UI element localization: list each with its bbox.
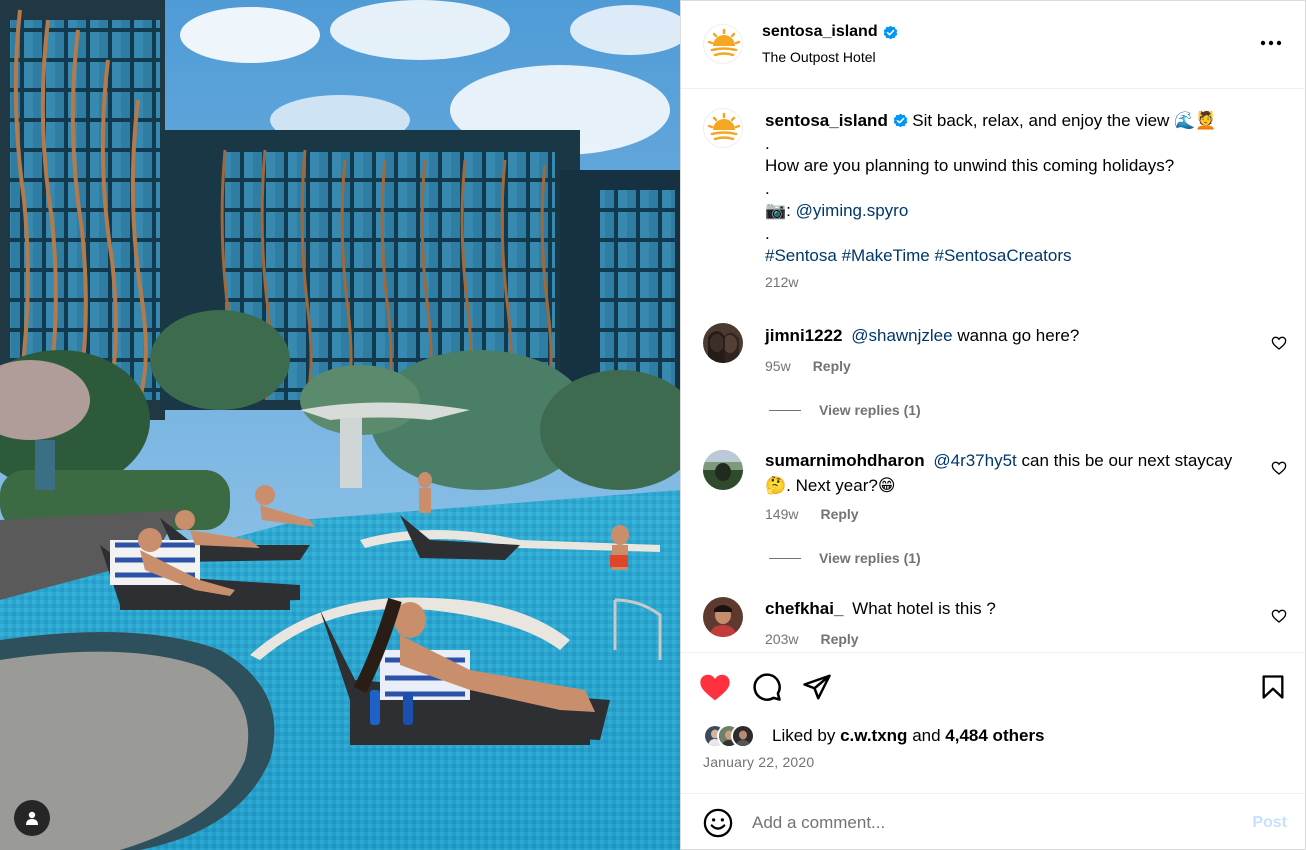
liker-username[interactable]: c.w.txng bbox=[840, 726, 907, 745]
avatar-photo bbox=[733, 726, 753, 746]
avatar-photo bbox=[703, 323, 743, 363]
comment-body: can this be our next staycay bbox=[1021, 451, 1233, 470]
reply-button[interactable]: Reply bbox=[820, 631, 858, 647]
commenter-avatar[interactable] bbox=[703, 450, 743, 490]
caption-text: sentosa_island Sit back, relax, and enjo… bbox=[765, 110, 1285, 268]
photo-credit-link[interactable]: @yiming.spyro bbox=[796, 201, 909, 220]
comment-mention[interactable]: @shawnjzlee bbox=[851, 326, 952, 345]
comment-input[interactable] bbox=[752, 808, 1222, 838]
sentosa-logo-icon bbox=[704, 109, 742, 147]
verified-badge-icon bbox=[883, 25, 897, 39]
caption-username[interactable]: sentosa_island bbox=[765, 111, 888, 130]
pool-hotel-photo bbox=[0, 0, 680, 850]
comment-button[interactable] bbox=[751, 671, 783, 703]
view-replies-button[interactable]: View replies (1) bbox=[769, 550, 921, 566]
commenter-avatar[interactable] bbox=[703, 323, 743, 363]
avatar-photo bbox=[703, 597, 743, 637]
more-options-button[interactable] bbox=[1259, 31, 1283, 55]
share-button[interactable] bbox=[801, 671, 833, 703]
post-photo[interactable] bbox=[0, 0, 680, 850]
post-header: sentosa_island The Outpost Hotel bbox=[681, 1, 1305, 89]
comment-body: wanna go here? bbox=[957, 326, 1080, 345]
post-actions: Liked by c.w.txng and 4,484 others Janua… bbox=[681, 652, 1305, 850]
header-username-text[interactable]: sentosa_island bbox=[762, 23, 878, 41]
avatar-photo bbox=[703, 450, 743, 490]
camera-emoji: 📷: bbox=[765, 201, 791, 220]
hashtag-maketime[interactable]: #MakeTime bbox=[842, 246, 930, 265]
comment-meta: 95w Reply bbox=[765, 358, 851, 374]
likes-count-link[interactable]: 4,484 others bbox=[945, 726, 1044, 745]
hashtag-sentosacreators[interactable]: #SentosaCreators bbox=[934, 246, 1071, 265]
comment-text: chefkhai_ What hotel is this ? bbox=[765, 596, 1255, 621]
like-button[interactable] bbox=[699, 671, 731, 703]
account-avatar[interactable] bbox=[703, 24, 743, 64]
comment-like-heart-icon[interactable] bbox=[1271, 335, 1287, 351]
comment-time[interactable]: 95w bbox=[765, 358, 791, 374]
comment-like-heart-icon[interactable] bbox=[1271, 608, 1287, 624]
comment-username[interactable]: chefkhai_ bbox=[765, 599, 843, 618]
comment-time[interactable]: 203w bbox=[765, 631, 798, 647]
comment-body-cont: 🤔. Next year?😁 bbox=[765, 476, 896, 495]
smiley-icon[interactable] bbox=[703, 808, 733, 838]
commenter-avatar[interactable] bbox=[703, 597, 743, 637]
comments-section[interactable]: sentosa_island Sit back, relax, and enjo… bbox=[681, 90, 1305, 651]
likes-summary: Liked by c.w.txng and 4,484 others bbox=[772, 726, 1045, 746]
liker-avatar bbox=[731, 724, 755, 748]
caption-dot-2: . bbox=[765, 178, 770, 198]
liked-by-and: and bbox=[912, 726, 941, 745]
reply-button[interactable]: Reply bbox=[813, 358, 851, 374]
caption-dot-1: . bbox=[765, 133, 770, 153]
comment-bubble-icon bbox=[753, 673, 781, 701]
hashtag-sentosa[interactable]: #Sentosa bbox=[765, 246, 837, 265]
comment-mention[interactable]: @4r37hy5t bbox=[933, 451, 1016, 470]
comment-meta: 149w Reply bbox=[765, 506, 859, 522]
post-comment-button[interactable]: Post bbox=[1252, 814, 1287, 832]
caption-dot-3: . bbox=[765, 223, 770, 243]
comment-username[interactable]: jimni1222 bbox=[765, 326, 843, 345]
view-replies-button[interactable]: View replies (1) bbox=[769, 402, 921, 418]
header-username[interactable]: sentosa_island bbox=[762, 23, 898, 41]
view-replies-label[interactable]: View replies (1) bbox=[819, 550, 921, 566]
caption-line-2: How are you planning to unwind this comi… bbox=[765, 156, 1175, 175]
comment-body: What hotel is this ? bbox=[852, 599, 996, 618]
comment-time[interactable]: 149w bbox=[765, 506, 798, 522]
verified-badge-icon bbox=[893, 113, 907, 128]
more-options-icon bbox=[1260, 40, 1282, 46]
comment-text: jimni1222 @shawnjzlee wanna go here? bbox=[765, 323, 1255, 348]
comment-text: sumarnimohdharon @4r37hy5t can this be o… bbox=[765, 448, 1255, 498]
replies-divider bbox=[769, 557, 801, 559]
comment-username[interactable]: sumarnimohdharon bbox=[765, 451, 925, 470]
save-button[interactable] bbox=[1257, 671, 1289, 703]
bookmark-icon bbox=[1262, 675, 1284, 699]
post-side-panel: sentosa_island The Outpost Hotel sentosa… bbox=[680, 0, 1306, 850]
user-silhouette-icon bbox=[26, 811, 38, 825]
comment-like-heart-icon[interactable] bbox=[1271, 460, 1287, 476]
tagged-users-button[interactable] bbox=[14, 800, 50, 836]
reply-button[interactable]: Reply bbox=[820, 506, 858, 522]
caption-time[interactable]: 212w bbox=[765, 274, 798, 290]
sentosa-logo-icon bbox=[704, 25, 742, 63]
paper-plane-icon bbox=[803, 674, 831, 700]
replies-divider bbox=[769, 409, 801, 411]
add-comment-bar: Post bbox=[681, 793, 1305, 850]
post-date[interactable]: January 22, 2020 bbox=[703, 754, 814, 770]
comment-meta: 203w Reply bbox=[765, 631, 859, 647]
caption-avatar[interactable] bbox=[703, 108, 743, 148]
heart-filled-icon bbox=[700, 674, 730, 701]
likers-avatars[interactable] bbox=[703, 723, 755, 749]
caption-line-1: Sit back, relax, and enjoy the view 🌊💆 bbox=[912, 111, 1217, 130]
post-location[interactable]: The Outpost Hotel bbox=[762, 49, 876, 65]
liked-by-prefix: Liked by bbox=[772, 726, 836, 745]
view-replies-label[interactable]: View replies (1) bbox=[819, 402, 921, 418]
